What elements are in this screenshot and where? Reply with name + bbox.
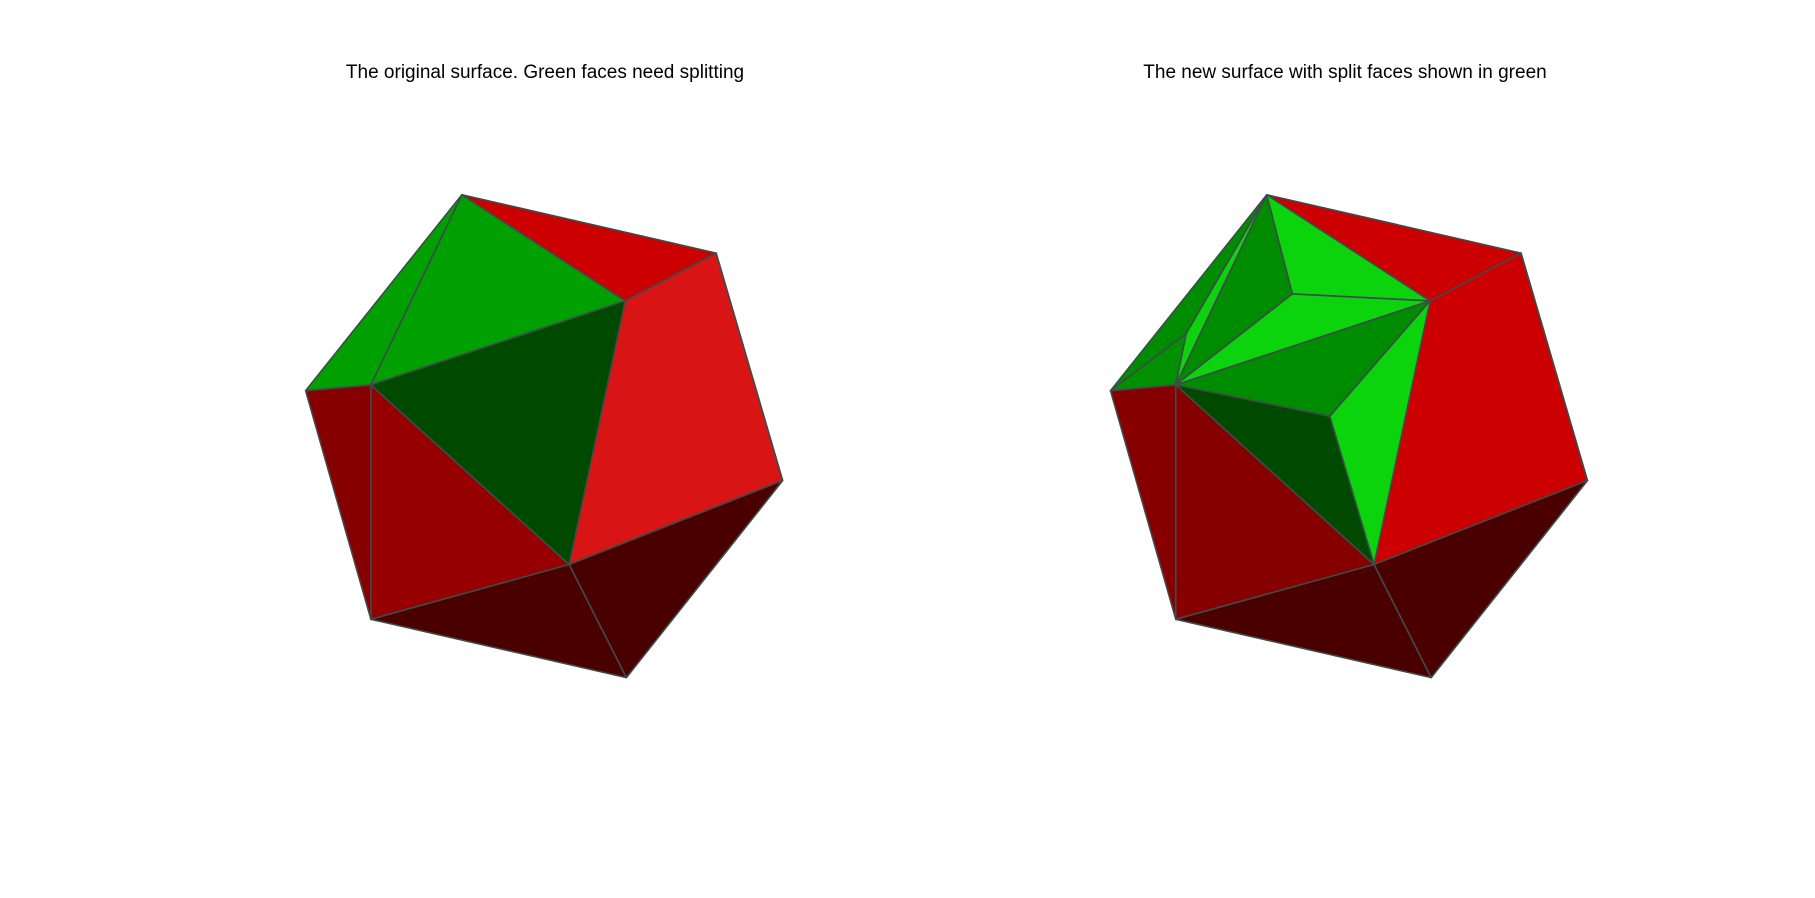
red-face <box>1109 384 1177 621</box>
red-face <box>304 384 372 621</box>
polyhedra-canvas <box>304 194 1589 679</box>
split-surface <box>1109 194 1589 679</box>
original-surface <box>304 194 784 679</box>
